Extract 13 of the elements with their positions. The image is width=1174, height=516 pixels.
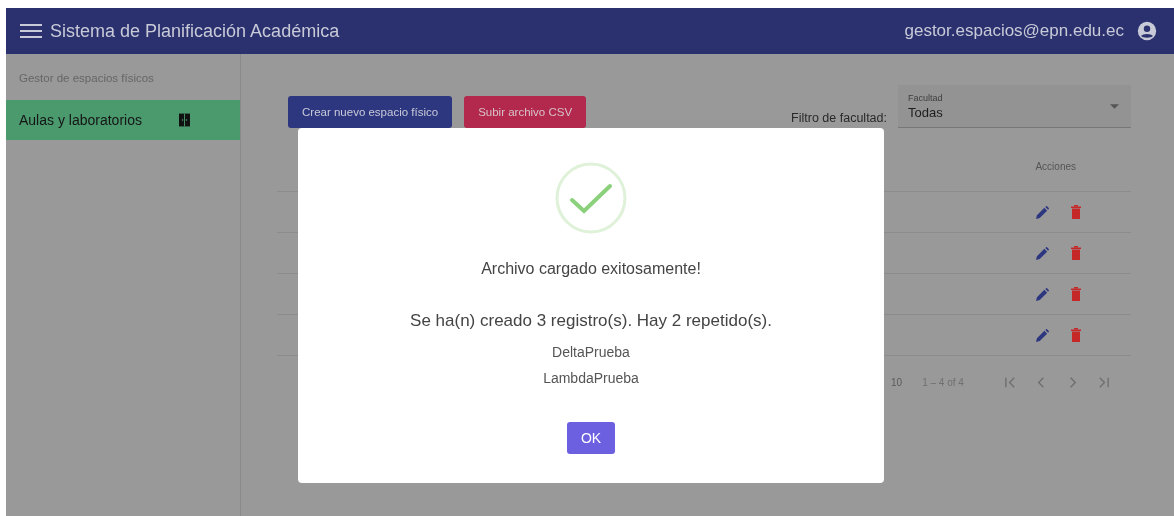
user-email: gestor.espacios@epn.edu.ec	[904, 21, 1124, 41]
app-title: Sistema de Planificación Académica	[50, 20, 340, 42]
duplicate-name: DeltaPrueba	[552, 344, 630, 360]
faculty-select[interactable]: Facultad Todas	[898, 84, 1131, 128]
column-header: Acciones	[1035, 160, 1076, 172]
sidebar-item[interactable]: Aulas y laboratorios	[6, 100, 240, 140]
toolbar-button[interactable]: Subir archivo CSV	[464, 96, 587, 128]
duplicate-name: LambdaPrueba	[543, 370, 639, 386]
dialog-title: Archivo cargado exitosamente!	[481, 260, 701, 278]
ok-button[interactable]: OK	[567, 422, 615, 454]
dialog-message: Se ha(n) creado 3 registro(s). Hay 2 repetido(s).	[410, 311, 772, 331]
toolbar-button[interactable]: Crear nuevo espacio físico	[288, 96, 453, 128]
filter-label: Filtro de facultad:	[791, 111, 887, 125]
